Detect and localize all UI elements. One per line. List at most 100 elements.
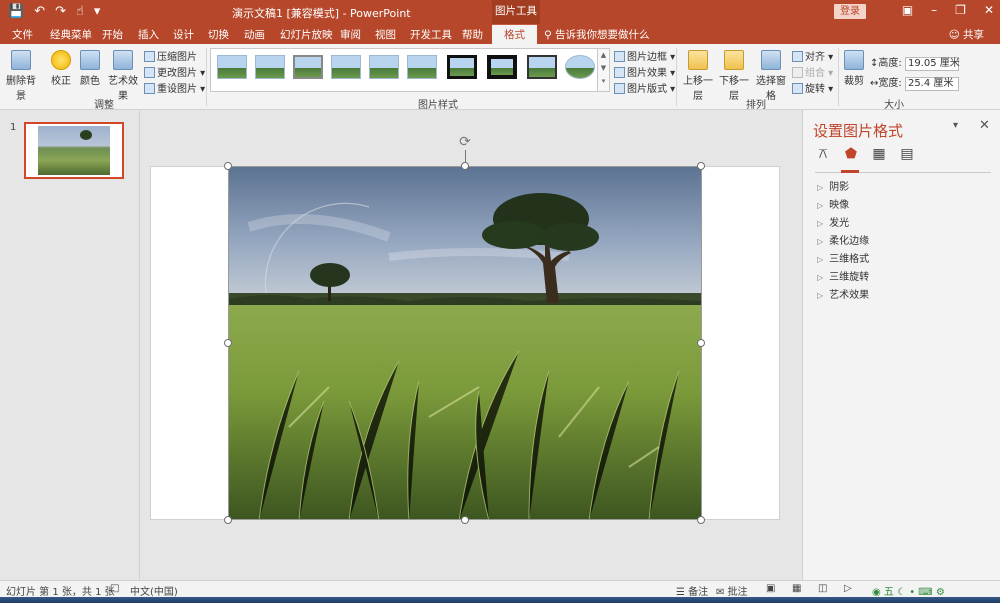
expand-arrow-icon: ▷ bbox=[817, 291, 824, 300]
picture-styles-gallery: ▲ ▼ ▾ bbox=[210, 48, 610, 92]
section-3d-rotation[interactable]: ▷ 三维旋转 bbox=[817, 268, 869, 283]
send-backward-button[interactable]: 下移一层 bbox=[716, 50, 752, 102]
section-glow[interactable]: ▷ 发光 bbox=[817, 214, 849, 229]
login-button[interactable]: 登录 bbox=[834, 4, 866, 19]
ribbon: 删除背景 校正 颜色 艺术效果 压缩图片 更改图片 ▾ 重设图片 ▾ 调整 ▲ ▼… bbox=[0, 44, 1000, 111]
tab-developer[interactable]: 开发工具 bbox=[410, 27, 452, 42]
normal-view-icon[interactable]: ▣ bbox=[766, 583, 775, 594]
close-window-icon[interactable]: ✕ bbox=[984, 3, 994, 17]
resize-handle-right[interactable] bbox=[697, 339, 705, 347]
tab-classic-menu[interactable]: 经典菜单 bbox=[50, 27, 92, 42]
tab-help[interactable]: 帮助 bbox=[462, 27, 483, 42]
picture-style-8[interactable] bbox=[487, 55, 517, 79]
picture-style-10[interactable] bbox=[565, 55, 595, 79]
ribbon-display-options-icon[interactable]: ▣ bbox=[902, 3, 913, 17]
crop-label: 裁剪 bbox=[844, 76, 864, 87]
selection-pane-button[interactable]: 选择窗格 bbox=[752, 50, 790, 102]
close-pane-icon[interactable]: ✕ bbox=[979, 118, 990, 133]
reset-picture-button[interactable]: 重设图片 ▾ bbox=[144, 80, 205, 95]
comments-button[interactable]: ✉ 批注 bbox=[716, 583, 748, 598]
picture-style-1[interactable] bbox=[217, 55, 247, 79]
restore-icon[interactable]: ❐ bbox=[955, 3, 966, 17]
corrections-button[interactable]: 校正 bbox=[46, 50, 76, 87]
tab-transitions[interactable]: 切换 bbox=[208, 27, 229, 42]
fill-line-icon[interactable]: ⚻ bbox=[815, 146, 831, 162]
group-button[interactable]: 组合 ▾ bbox=[792, 64, 833, 79]
minimize-icon[interactable]: – bbox=[931, 3, 937, 17]
picture-style-3[interactable] bbox=[293, 55, 323, 79]
tab-home[interactable]: 开始 bbox=[102, 27, 123, 42]
picture-style-9[interactable] bbox=[527, 55, 557, 79]
align-label: 对齐 bbox=[805, 52, 825, 63]
tell-me-search[interactable]: ⚲ 告诉我你想要做什么 bbox=[544, 27, 650, 42]
picture-border-button[interactable]: 图片边框 ▾ bbox=[614, 48, 675, 63]
redo-icon[interactable]: ↷ bbox=[55, 3, 66, 21]
artistic-effects-button[interactable]: 艺术效果 bbox=[104, 50, 142, 102]
pane-options-icon[interactable]: ▾ bbox=[953, 120, 958, 131]
section-label: 映像 bbox=[829, 200, 850, 211]
arrange-group-label: 排列 bbox=[746, 100, 766, 111]
slideshow-icon[interactable]: ▷ bbox=[844, 583, 852, 594]
picture-style-5[interactable] bbox=[369, 55, 399, 79]
selected-picture[interactable] bbox=[228, 166, 702, 520]
resize-handle-bottom[interactable] bbox=[461, 516, 469, 524]
tab-view[interactable]: 视图 bbox=[375, 27, 396, 42]
tab-slideshow[interactable]: 幻灯片放映 bbox=[280, 27, 333, 42]
picture-layout-button[interactable]: 图片版式 ▾ bbox=[614, 80, 675, 95]
picture-style-2[interactable] bbox=[255, 55, 285, 79]
tab-review[interactable]: 审阅 bbox=[340, 27, 361, 42]
color-button[interactable]: 颜色 bbox=[78, 50, 102, 87]
share-button[interactable]: ☺ 共享 bbox=[949, 27, 984, 42]
rotate-button[interactable]: 旋转 ▾ bbox=[792, 80, 833, 95]
align-button[interactable]: 对齐 ▾ bbox=[792, 48, 833, 63]
remove-background-button[interactable]: 删除背景 bbox=[4, 50, 38, 102]
section-artistic-effects[interactable]: ▷ 艺术效果 bbox=[817, 286, 869, 301]
resize-handle-left[interactable] bbox=[224, 339, 232, 347]
notes-button[interactable]: ☰ 备注 bbox=[676, 583, 708, 598]
resize-handle-top-right[interactable] bbox=[697, 162, 705, 170]
expand-arrow-icon: ▷ bbox=[817, 273, 824, 282]
picture-style-4[interactable] bbox=[331, 55, 361, 79]
section-3d-format[interactable]: ▷ 三维格式 bbox=[817, 250, 869, 265]
effects-icon[interactable]: ⬟ bbox=[843, 146, 859, 162]
crop-button[interactable]: 裁剪 bbox=[842, 50, 866, 87]
picture-style-6[interactable] bbox=[407, 55, 437, 79]
tab-design[interactable]: 设计 bbox=[173, 27, 194, 42]
width-input[interactable]: 25.4 厘米 bbox=[904, 77, 959, 91]
customize-qat-icon[interactable]: ▾ bbox=[94, 3, 101, 21]
resize-handle-top-left[interactable] bbox=[224, 162, 232, 170]
compress-pictures-button[interactable]: 压缩图片 bbox=[144, 48, 197, 63]
slide-thumbnail-1[interactable] bbox=[24, 122, 124, 179]
resize-handle-bottom-left[interactable] bbox=[224, 516, 232, 524]
gallery-scroll[interactable]: ▲ ▼ ▾ bbox=[597, 49, 609, 91]
tab-insert[interactable]: 插入 bbox=[138, 27, 159, 42]
tab-animations[interactable]: 动画 bbox=[244, 27, 265, 42]
picture-style-7[interactable] bbox=[447, 55, 477, 79]
section-shadow[interactable]: ▷ 阴影 bbox=[817, 178, 849, 193]
bring-forward-button[interactable]: 上移一层 bbox=[680, 50, 716, 102]
ime-toolbar[interactable]: ◉ 五 ☾ • ⌨ ⚙ bbox=[872, 583, 945, 598]
picture-layout-label: 图片版式 bbox=[627, 84, 667, 95]
undo-icon[interactable]: ↶ bbox=[34, 3, 45, 21]
change-picture-button[interactable]: 更改图片 ▾ bbox=[144, 64, 205, 79]
section-soft-edges[interactable]: ▷ 柔化边缘 bbox=[817, 232, 869, 247]
section-reflection[interactable]: ▷ 映像 bbox=[817, 196, 849, 211]
resize-handle-top[interactable] bbox=[461, 162, 469, 170]
slide-sorter-icon[interactable]: ▦ bbox=[792, 583, 801, 594]
language[interactable]: 中文(中国) bbox=[130, 583, 178, 598]
touch-mode-icon[interactable]: ☝ bbox=[76, 3, 84, 21]
resize-handle-bottom-right[interactable] bbox=[697, 516, 705, 524]
spellcheck-icon[interactable]: □ bbox=[110, 583, 119, 594]
height-input[interactable]: 19.05 厘米 bbox=[904, 57, 960, 71]
slide-thumbnails-pane: 1 bbox=[0, 110, 140, 580]
reading-view-icon[interactable]: ◫ bbox=[818, 583, 827, 594]
tab-file[interactable]: 文件 bbox=[12, 27, 33, 42]
status-bar: 幻灯片 第 1 张，共 1 张 □ 中文(中国) ☰ 备注 ✉ 批注 ▣ ▦ ◫… bbox=[0, 580, 1000, 598]
window-controls: ▣ – ❐ ✕ bbox=[902, 3, 994, 17]
save-icon[interactable]: 💾 bbox=[8, 3, 24, 21]
picture-icon[interactable]: ▤ bbox=[899, 146, 915, 162]
picture-effects-button[interactable]: 图片效果 ▾ bbox=[614, 64, 675, 79]
rotation-handle-icon[interactable]: ⟳ bbox=[457, 134, 473, 150]
tab-format[interactable]: 格式 bbox=[492, 24, 537, 44]
size-properties-icon[interactable]: ▦ bbox=[871, 146, 887, 162]
